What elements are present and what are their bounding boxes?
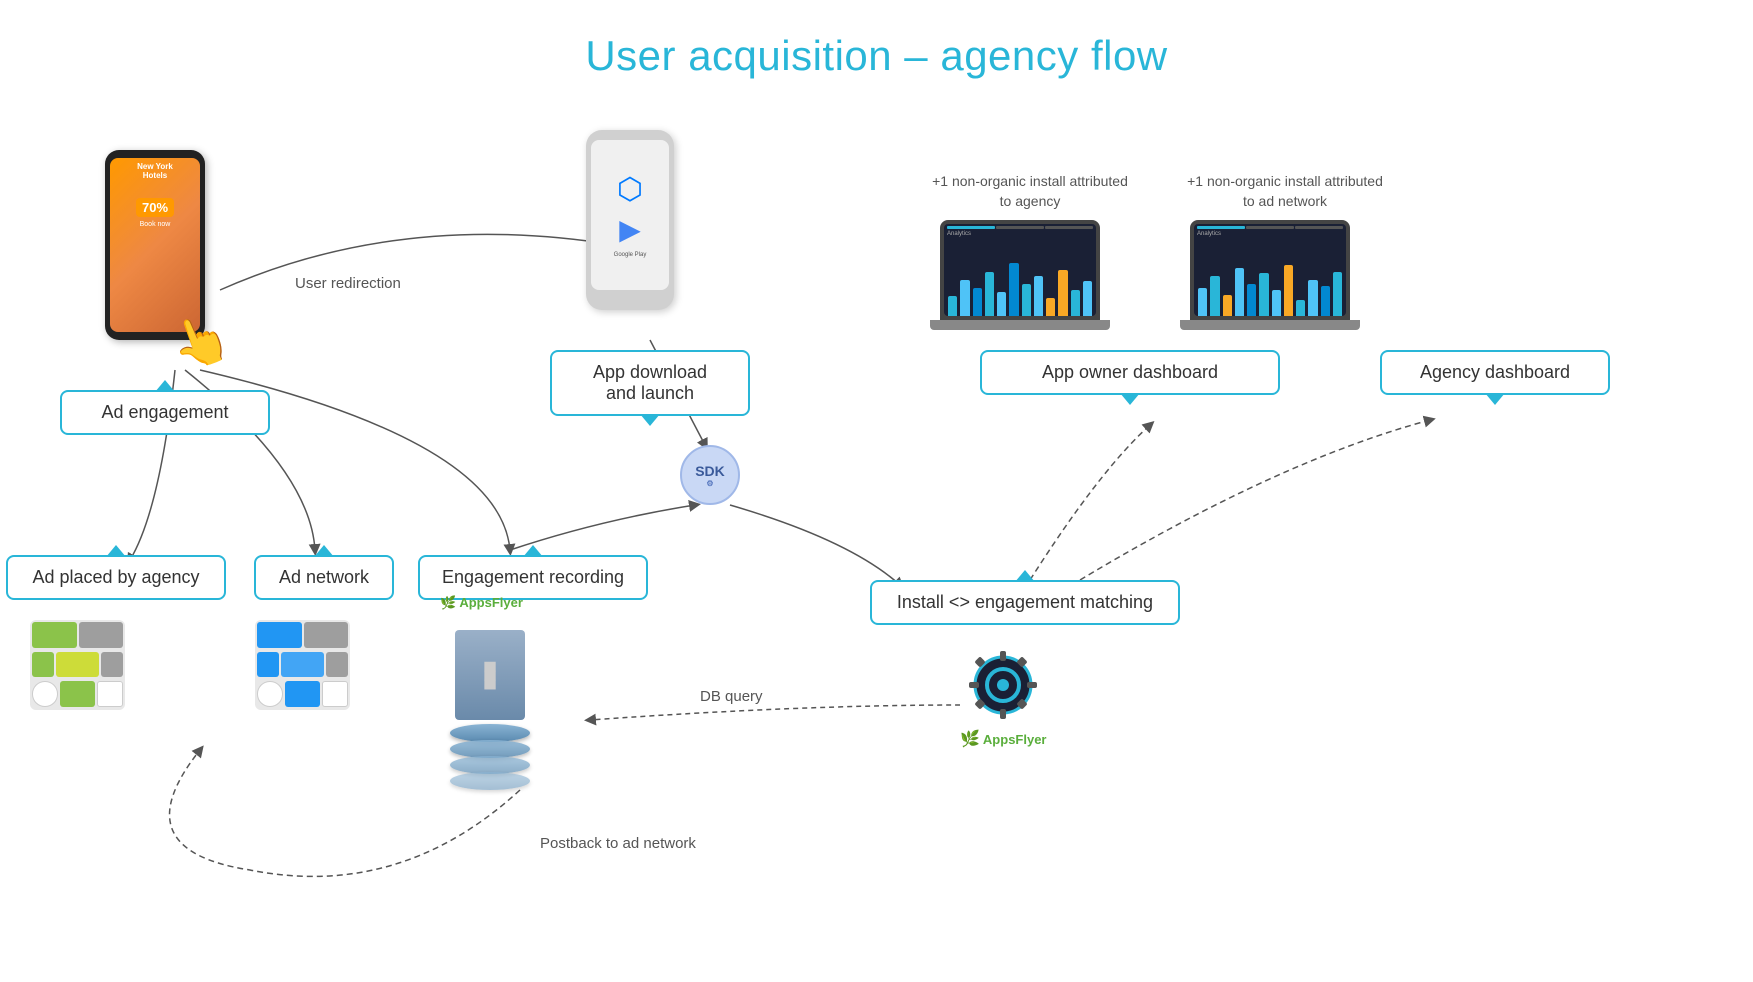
apple-icon: ⬡ <box>617 172 643 207</box>
page-title: User acquisition – agency flow <box>0 0 1753 80</box>
phone-illustration: New YorkHotels 70% Book now 👆 <box>90 150 220 360</box>
db-query-label: DB query <box>700 688 763 705</box>
agency-laptop: Analytics <box>1190 220 1360 330</box>
appsflyer-brand-label: AppsFlyer <box>983 732 1047 747</box>
non-organic-agency-note: +1 non-organic install attributed to age… <box>930 172 1130 211</box>
install-matching-callout: Install <> engagement matching <box>870 580 1180 625</box>
postback-label: Postback to ad network <box>540 835 696 852</box>
app-owner-laptop: Analytics <box>940 220 1110 330</box>
user-redirection-label: User redirection <box>295 275 401 292</box>
engagement-recording-callout: Engagement recording <box>418 555 648 600</box>
sdk-icon: SDK ⚙ <box>680 445 740 505</box>
google-play-icon: ▶ <box>619 213 641 246</box>
app-owner-dashboard-callout: App owner dashboard <box>980 350 1280 395</box>
agency-dashboard-callout: Agency dashboard <box>1380 350 1610 395</box>
app-download-callout: App download and launch <box>550 350 750 416</box>
ad-placed-visual <box>30 620 125 710</box>
ad-network-callout: Ad network <box>254 555 394 600</box>
ad-placed-callout: Ad placed by agency <box>6 555 226 600</box>
appsflyer-logo-engagement: 🌿 AppsFlyer <box>440 595 523 611</box>
google-play-label: Google Play <box>614 252 647 258</box>
ad-engagement-callout: Ad engagement <box>60 390 270 435</box>
ad-network-visual <box>255 620 350 710</box>
non-organic-adnetwork-note: +1 non-organic install attributed to ad … <box>1185 172 1385 211</box>
server-stack: ██████ <box>450 630 530 792</box>
appstore-phone: ⬡ ▶ Google Play <box>575 130 685 330</box>
appsflyer-matching: 🌿 AppsFlyer <box>960 645 1047 749</box>
